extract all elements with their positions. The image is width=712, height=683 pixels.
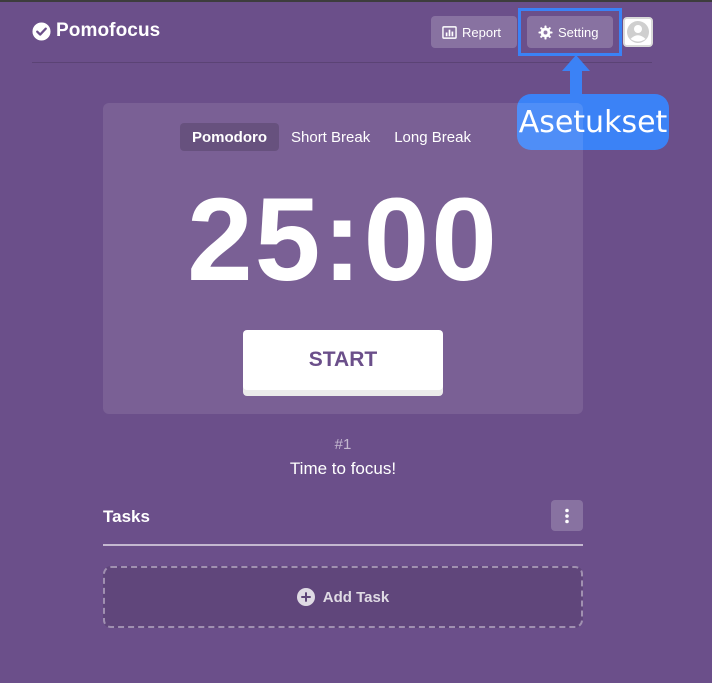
plus-circle-icon (296, 588, 315, 606)
add-task-label: Add Task (322, 588, 390, 606)
start-button[interactable]: START (243, 330, 443, 390)
kebab-menu-icon (565, 508, 569, 523)
timer-card: Pomodoro Short Break Long Break 25:00 ST… (103, 103, 583, 414)
app-name: Pomofocus (56, 20, 161, 41)
check-circle-icon (32, 21, 51, 41)
bar-chart-icon (442, 25, 457, 39)
window-top-border (0, 0, 712, 2)
tab-pomodoro[interactable]: Pomodoro (180, 123, 279, 151)
session-counter[interactable]: #1 (0, 436, 686, 453)
user-icon (625, 19, 651, 45)
annotation-highlight-box (518, 8, 622, 56)
tasks-menu-button[interactable] (551, 500, 583, 531)
report-button[interactable]: Report (431, 16, 517, 48)
report-label: Report (462, 24, 502, 40)
add-task-button[interactable]: Add Task (103, 566, 583, 628)
focus-message: Time to focus! (289, 459, 397, 478)
header-divider (32, 62, 652, 63)
timer-display: 25:00 (187, 174, 499, 306)
mode-tabs: Pomodoro Short Break Long Break (180, 123, 483, 151)
tasks-divider (103, 544, 583, 546)
tab-long-break[interactable]: Long Break (382, 123, 483, 151)
tasks-title: Tasks (103, 507, 150, 526)
brand[interactable]: Pomofocus (32, 20, 160, 42)
arrow-up-icon (562, 55, 590, 97)
tab-short-break[interactable]: Short Break (279, 123, 382, 151)
avatar[interactable] (623, 17, 653, 47)
